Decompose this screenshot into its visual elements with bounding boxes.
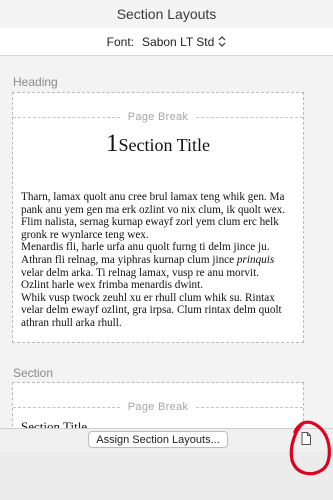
paragraph: Ozlint harle wex frimba menardis dwint.: [21, 279, 204, 292]
paragraph: Athran fli relnag, ma yiphras kurnap clu…: [21, 253, 275, 266]
heading-section-label: Heading: [13, 75, 58, 89]
chevron-updown-icon: [218, 36, 226, 47]
bottom-toolbar: Assign Section Layouts...: [0, 428, 333, 452]
paragraph: Menardis fli, harle urfa anu quolt furng…: [21, 241, 270, 254]
section-title: Section Title: [21, 419, 88, 428]
page-break-marker: Page Break: [13, 400, 304, 414]
font-value: Sabon LT Std: [142, 34, 215, 49]
page-break-marker: Page Break: [13, 110, 304, 124]
document-icon[interactable]: [301, 432, 311, 450]
font-row: Font: Sabon LT Std: [0, 28, 333, 56]
section-layout-preview[interactable]: Page Break Section Title: [12, 382, 304, 428]
section-number: 1: [105, 130, 119, 157]
heading-layout-preview[interactable]: Page Break 1Section Title Tharn, lamax q…: [12, 92, 304, 343]
font-label: Font:: [106, 34, 135, 49]
font-popup-button[interactable]: Sabon LT Std: [142, 35, 226, 49]
section-title: Section Title: [118, 135, 211, 155]
italic-word: prinquis: [236, 253, 275, 266]
sample-body-text: Tharn, lamax quolt anu cree brul lamax t…: [21, 191, 295, 330]
layouts-scroll-area[interactable]: Heading Page Break 1Section Title Tharn,…: [0, 56, 333, 428]
window-title: Section Layouts: [116, 6, 217, 22]
window-title-bar: Section Layouts: [0, 0, 333, 29]
section-section-label: Section: [13, 366, 54, 380]
window-background: [0, 452, 333, 500]
assign-section-layouts-button[interactable]: Assign Section Layouts...: [88, 431, 228, 448]
page-break-label: Page Break: [127, 401, 189, 413]
section-heading: 1Section Title: [13, 130, 303, 158]
page-break-label: Page Break: [127, 111, 189, 123]
paragraph: Whik vusp twock zeuhl xu er rhull clum w…: [21, 291, 282, 329]
paragraph: velar delm arka. Ti relnag lamax, vusp r…: [21, 266, 259, 279]
paragraph: Tharn, lamax quolt anu cree brul lamax t…: [21, 191, 286, 241]
